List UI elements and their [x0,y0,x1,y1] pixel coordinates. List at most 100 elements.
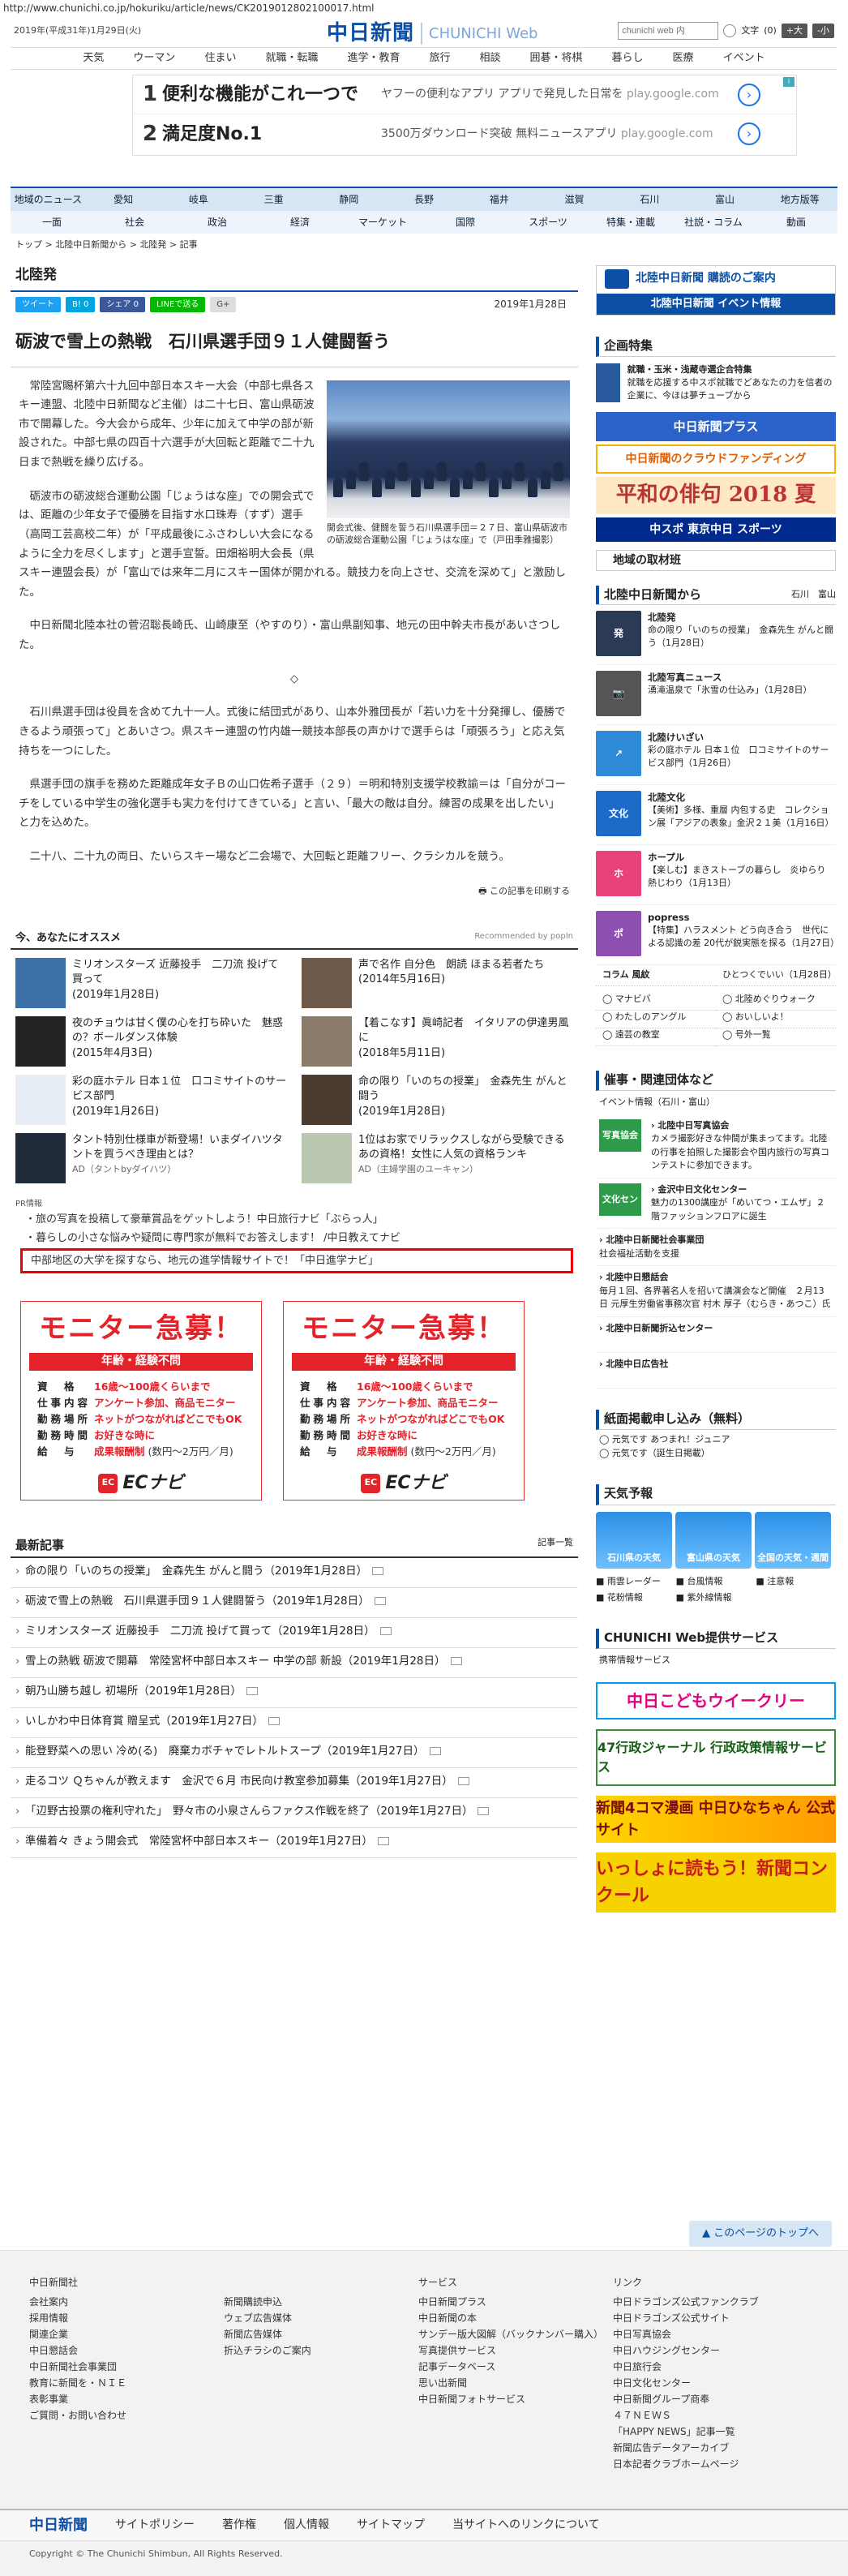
weather-tile[interactable]: 石川県の天気 [596,1511,672,1569]
latest-item[interactable]: 命の限り「いのちの授業」 金森先生 がんと闘う（2019年1月28日） [11,1558,578,1588]
footer-link[interactable]: 中日ハウジングセンター [613,2343,807,2359]
ad-choices-icon[interactable]: i [783,77,794,87]
recommend-title[interactable]: 【着こなす】眞崎記者 イタリアの伊達男風に [358,1017,568,1045]
hokuriku-item[interactable]: ホホープル 【楽しむ】まきストーブの暮らし 炎ゆらり 熱じわり（1月13日） [596,845,836,905]
column-text[interactable]: ひとつくでいい（1月28日） [716,968,837,986]
event-item[interactable]: 文化センター › 金沢中日文化センター 魅力の1300講座が「めいてつ・エムザ」２階… [596,1179,836,1237]
facebook-share-button[interactable]: シェア 0 [100,296,145,312]
region-nav-item[interactable]: 愛知 [86,192,161,207]
line-button[interactable]: LINEで送る [149,296,206,312]
global-nav-item[interactable]: 相談 [465,50,516,67]
footer-link[interactable]: 中日新聞フォトサービス [418,2392,613,2408]
region-nav-item[interactable]: 地方版等 [762,192,837,207]
region-nav-item[interactable]: 静岡 [311,192,387,207]
footer-nav-link[interactable]: 著作権 [222,2517,256,2534]
category-nav-item[interactable]: マーケット [341,215,424,230]
latest-item[interactable]: 準備着々 きょう開会式 常陸宮杯中部日本スキー（2019年1月27日） [11,1828,578,1858]
global-nav-item[interactable]: 就職・転職 [251,50,332,67]
event-item[interactable]: › 北陸中日広告社 [596,1353,836,1389]
category-nav-item[interactable]: 特集・連載 [589,215,672,230]
category-nav-item[interactable]: スポーツ [507,215,589,230]
font-smaller-button[interactable]: -小 [812,23,834,39]
footer-link[interactable]: 採用情報 [29,2311,224,2327]
global-nav-item[interactable]: 住まい [190,50,251,67]
category-nav-item[interactable]: 政治 [176,215,259,230]
footer-link[interactable]: 中日新聞の本 [418,2311,613,2327]
event-item[interactable]: › 北陸中日新聞折込センター [596,1317,836,1353]
pr-link[interactable]: ・旅の写真を投稿して豪華賞品をゲットしよう！中日旅行ナビ「ぶらっ人」 [15,1210,573,1230]
hokuriku-headline[interactable]: 【楽しむ】まきストーブの暮らし 炎ゆらり 熱じわり（1月13日） [648,865,825,888]
latest-item[interactable]: 「辺野古投票の権利守れた」 野々市の小泉さんらファクス作戦を終了（2019年1月… [11,1798,578,1828]
chevron-right-icon[interactable]: › [738,83,760,106]
latest-item[interactable]: 雪上の熱戦 砺波で開幕 常陸宮杯中部日本スキー 中学の部 新設（2019年1月2… [11,1648,578,1678]
footer-link[interactable]: 中日旅行会 [613,2359,807,2376]
sidebar-link[interactable]: ◯ マナビバ [596,993,716,1011]
weather-link[interactable]: ■ 台風情報 [676,1575,756,1591]
footer-nav-link[interactable]: サイトマップ [357,2517,425,2534]
hokuriku-category[interactable]: 北陸けいざい [648,731,836,745]
hokuriku-category[interactable]: 北陸文化 [648,791,836,805]
hokuriku-item[interactable]: 発北陸発 命の限り「いのちの授業」 金森先生 がんと闘う（1月28日） [596,605,836,665]
hokuriku-category[interactable]: 北陸発 [648,611,836,625]
global-nav-item[interactable]: 旅行 [414,50,465,67]
hokuriku-category[interactable]: ホープル [648,851,836,865]
weather-link[interactable]: ■ 雨雲レーダー [596,1575,676,1591]
recommend-title[interactable]: ミリオンスターズ 近藤投手 二刀流 投げて買って [72,959,278,986]
hokuriku-category[interactable]: 北陸写真ニュース [648,671,812,685]
region-nav-item[interactable]: 滋賀 [537,192,612,207]
footer-link[interactable]: 中日文化センター [613,2376,807,2392]
chuspo-banner[interactable]: 中スポ 東京中日 スポーツ [596,517,836,542]
region-nav-item[interactable]: 三重 [236,192,311,207]
hokuriku-category[interactable]: popress [648,911,836,925]
recommend-by[interactable]: Recommended by popIn [474,930,573,947]
category-nav-item[interactable]: 動画 [755,215,837,230]
region-nav-item[interactable]: 石川 [612,192,687,207]
footer-link[interactable]: 中日懇話会 [29,2343,224,2359]
hokuriku-headline[interactable]: 【特集】ハラスメント どう向き合う 世代による認識の差 20代が鋭実態を探る（1… [648,925,839,948]
footer-link[interactable]: 新聞広告データアーカイブ [613,2441,807,2457]
weather-tile[interactable]: 富山県の天気 [675,1511,752,1569]
hokuriku-item[interactable]: ポ popress 【特集】ハラスメント どう向き合う 世代による認識の差 20代が… [596,905,839,965]
footer-link[interactable]: 「HAPPY NEWS」記事一覧 [613,2424,807,2441]
footer-link[interactable]: ４７ＮＥＷＳ [613,2408,807,2424]
recommend-title[interactable]: 命の限り「いのちの授業」 金森先生 がんと闘う [358,1075,567,1103]
footer-link[interactable]: サンデー版大図解（バックナンバー購入） [418,2327,613,2343]
footer-nav-link[interactable]: 当サイトへのリンクについて [452,2517,600,2534]
region-nav-item[interactable]: 地域のニュース [11,192,86,207]
mobile-service-link[interactable]: 携帯情報サービス [596,1649,836,1672]
footer-link[interactable]: 中日写真協会 [613,2327,807,2343]
footer-link[interactable]: 教育に新聞を・ＮＩＥ [29,2376,224,2392]
footer-link[interactable]: 会社案内 [29,2295,224,2311]
recommend-item[interactable]: 声で名作 自分色 朗読 ほまる若者たち (2014年5月16日) [302,957,573,1008]
region-team-link[interactable]: 地域の取材班 [596,550,836,571]
pr-highlight-link[interactable]: 中部地区の大学を探すなら、地元の進学情報サイトで！「中日進学ナビ」 [20,1247,573,1274]
footer-link[interactable]: 中日ドラゴンズ公式サイト [613,2311,807,2327]
event-title[interactable]: › 北陸中日懇話会 [599,1271,833,1285]
category-nav-item[interactable]: 経済 [259,215,341,230]
newspaper-contest-banner[interactable]: いっしょに読もう！新聞コンクール [596,1852,836,1913]
region-nav-item[interactable]: 長野 [387,192,462,207]
hokuriku-item[interactable]: 📷 北陸写真ニュース 湧滝温泉で「氷雪の仕込み」（1月28日） [596,665,836,725]
site-logo[interactable]: 中日新聞 CHUNICHI Web [327,18,537,49]
latest-item[interactable]: 砺波で雪上の熱戦 石川県選手団９１人健闘誓う（2019年1月28日） [11,1588,578,1618]
footer-link[interactable]: 新聞購読申込 [224,2295,418,2311]
category-nav-item[interactable]: 社説・コラム [672,215,755,230]
recommend-title[interactable]: 1位はお家でリラックスしながら受験できるあの資格！女性に人気の資格ランキ [358,1134,565,1161]
latest-item[interactable]: ミリオンスターズ 近藤投手 二刀流 投げて買って（2019年1月28日） [11,1618,578,1648]
hokuriku-headline[interactable]: 彩の庭ホテル 日本１位 口コミサイトのサービス部門（1月26日） [648,745,829,768]
event-title[interactable]: › 北陸中日新聞折込センター [599,1322,833,1336]
recommend-title[interactable]: タント特別仕様車が新登場！いまダイハツタントを買うべき理由とは？ [72,1134,283,1161]
hokuriku-item[interactable]: 文化 北陸文化 【美術】多様、重層 内包する史 コレクション展「アジアの表象」金沢２… [596,785,836,845]
hokuriku-headline[interactable]: 命の限り「いのちの授業」 金森先生 がんと闘う（1月28日） [648,625,833,648]
ad-title[interactable]: 満足度No.1 [162,121,381,148]
category-nav-item[interactable]: 社会 [93,215,176,230]
weather-link[interactable]: ■ 注意報 [756,1575,836,1591]
category-nav-item[interactable]: 国際 [424,215,507,230]
tweet-button[interactable]: ツイート [15,296,61,312]
sidebar-link[interactable]: ◯ 北陸めぐりウォーク [716,993,836,1011]
hokuriku-item[interactable]: ↗ 北陸けいざい 彩の庭ホテル 日本１位 口コミサイトのサービス部門（1月26日） [596,725,836,785]
event-info-link[interactable]: 北陸中日新聞 イベント情報 [597,293,835,315]
weather-link[interactable]: ■ 紫外線情報 [676,1591,756,1608]
event-title[interactable]: › 金沢中日文化センター [651,1183,833,1197]
ad-box[interactable]: i 1 便利な機能がこれ一つで ヤフーの便利なアプリ アプリで発見した日常を pla… [132,75,797,156]
